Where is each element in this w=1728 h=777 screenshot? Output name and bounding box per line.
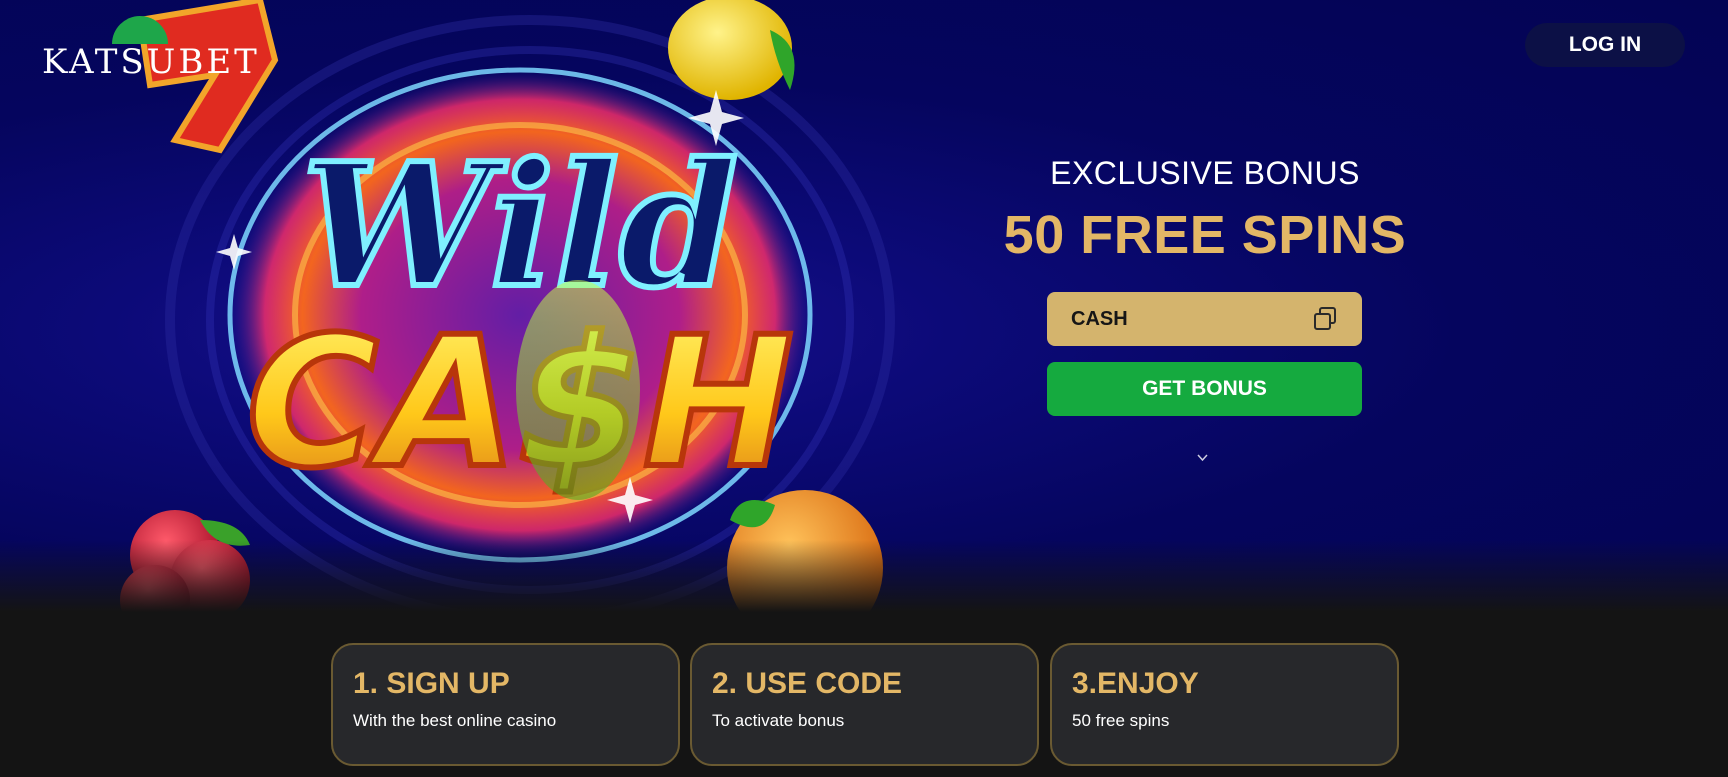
step-card-use-code: 2. USE CODE To activate bonus [690, 643, 1039, 766]
step-subtitle: 50 free spins [1072, 711, 1170, 730]
step-title: 3.ENJOY [1072, 667, 1199, 700]
logo-text: KATSUBET [42, 42, 260, 82]
game-title-wild: Wild [302, 126, 738, 326]
copy-icon[interactable] [1312, 306, 1338, 332]
promo-block: EXCLUSIVE BONUS 50 FREE SPINS [1000, 155, 1410, 266]
step-title: 2. USE CODE [712, 667, 903, 700]
scroll-divider [1050, 453, 1355, 462]
promo-eyebrow: EXCLUSIVE BONUS [1050, 155, 1360, 191]
step-subtitle: With the best online casino [353, 711, 557, 730]
wild-cash-artwork: Wild CA$H [120, 0, 895, 612]
hero-banner: Wild CA$H KAT [0, 0, 1728, 612]
logo-dome-icon [112, 16, 168, 44]
step-card-sign-up: 1. SIGN UP With the best online casino [331, 643, 680, 766]
katsubet-logo[interactable]: KATSUBET [42, 16, 257, 86]
step-title: 1. SIGN UP [353, 667, 510, 700]
step-subtitle: To activate bonus [712, 711, 845, 730]
step-card-enjoy: 3.ENJOY 50 free spins [1050, 643, 1399, 766]
promo-headline: 50 FREE SPINS [1003, 205, 1407, 265]
bonus-code-field[interactable]: CASH [1047, 292, 1362, 346]
login-button[interactable]: LOG IN [1525, 23, 1685, 67]
chevron-down-icon [1197, 454, 1208, 462]
bonus-code-value: CASH [1071, 307, 1128, 330]
get-bonus-button[interactable]: GET BONUS [1047, 362, 1362, 416]
hero-bottom-fade [0, 540, 1728, 612]
lemon-symbol [668, 0, 792, 100]
